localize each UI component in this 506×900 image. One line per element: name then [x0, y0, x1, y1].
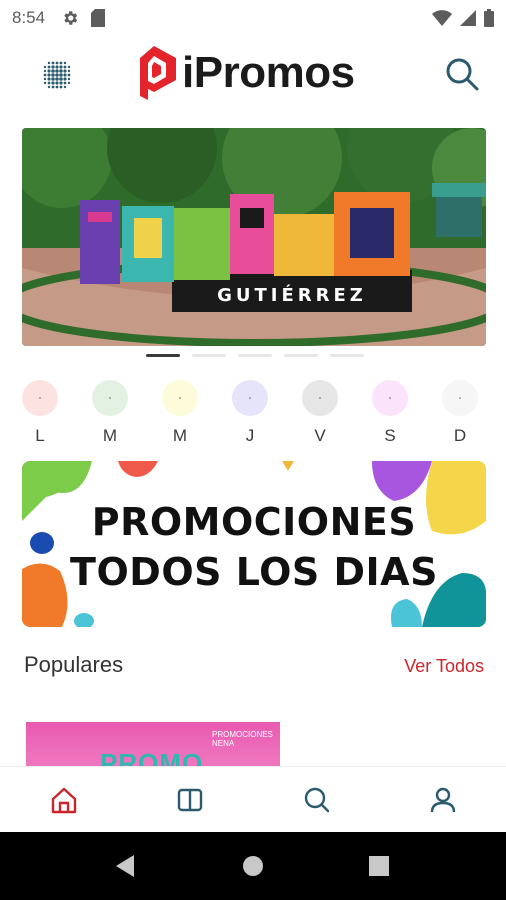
day-circle — [232, 380, 268, 416]
day-item-3[interactable]: J — [232, 380, 268, 446]
day-label: M — [172, 426, 188, 445]
catalog-icon[interactable] — [175, 785, 205, 815]
wifi-icon — [432, 10, 452, 26]
signal-icon — [460, 10, 476, 26]
home-button-icon[interactable] — [242, 854, 264, 878]
recents-icon[interactable] — [368, 854, 390, 878]
status-time: 8:54 — [12, 8, 46, 27]
day-item-2[interactable]: M — [162, 380, 198, 446]
status-bar: 8:54 — [0, 0, 506, 36]
search-nav-icon[interactable] — [302, 785, 332, 815]
section-title-populares: Populares — [24, 652, 124, 677]
bottom-navigation — [0, 766, 506, 832]
hero-sign-text: GUTIÉRREZ — [217, 284, 367, 306]
hero-image: GUTIÉRREZ — [22, 128, 486, 346]
card-badge: PROMOCIONES NENA — [212, 730, 273, 754]
day-label: V — [314, 426, 326, 445]
grid-dots-icon[interactable] — [40, 58, 74, 92]
day-label: J — [245, 426, 255, 445]
day-circle — [442, 380, 478, 416]
day-item-6[interactable]: D — [442, 380, 478, 446]
carousel-dot[interactable] — [192, 354, 226, 357]
promo-line-1: PROMOCIONES — [91, 500, 417, 544]
day-label: D — [453, 426, 467, 445]
day-item-5[interactable]: S — [372, 380, 408, 446]
promo-banner[interactable]: PROMOCIONES TODOS LOS DIAS — [22, 461, 486, 627]
carousel-dot[interactable] — [238, 354, 272, 357]
promo-line-2: TODOS LOS DIAS — [70, 550, 438, 594]
card-badge-line-1: PROMOCIONES — [212, 730, 273, 739]
day-label: S — [384, 426, 396, 445]
system-navigation-bar — [0, 832, 506, 900]
weekday-selector: L M M J V S D — [22, 380, 486, 450]
battery-icon — [484, 9, 494, 27]
day-label: L — [35, 426, 45, 445]
see-all-link[interactable]: Ver Todos — [404, 656, 484, 677]
back-icon[interactable] — [114, 854, 136, 878]
carousel-dot[interactable] — [284, 354, 318, 357]
hero-banner[interactable]: GUTIÉRREZ — [22, 128, 486, 346]
promo-headline: PROMOCIONES TODOS LOS DIAS — [22, 497, 486, 597]
day-label: M — [102, 426, 118, 445]
logo-text: iPromos — [182, 48, 355, 97]
day-circle — [372, 380, 408, 416]
carousel-dot[interactable] — [330, 354, 364, 357]
day-circle — [92, 380, 128, 416]
day-circle — [302, 380, 338, 416]
day-circle — [22, 380, 58, 416]
carousel-dot[interactable] — [146, 354, 180, 357]
home-icon[interactable] — [49, 785, 79, 815]
app-header: iPromos — [0, 40, 506, 106]
profile-icon[interactable] — [428, 785, 458, 815]
app-logo: iPromos — [128, 42, 355, 104]
carousel-indicator — [146, 354, 364, 357]
day-item-4[interactable]: V — [302, 380, 338, 446]
sd-card-icon — [91, 9, 106, 27]
gear-icon — [64, 11, 78, 25]
day-circle — [162, 380, 198, 416]
day-item-1[interactable]: M — [92, 380, 128, 446]
popular-card[interactable]: PROMO PROMOCIONES NENA — [26, 722, 280, 770]
day-item-0[interactable]: L — [22, 380, 58, 446]
logo-mark-icon — [140, 46, 176, 100]
search-icon[interactable] — [444, 56, 480, 92]
card-badge-line-2: NENA — [212, 739, 235, 748]
